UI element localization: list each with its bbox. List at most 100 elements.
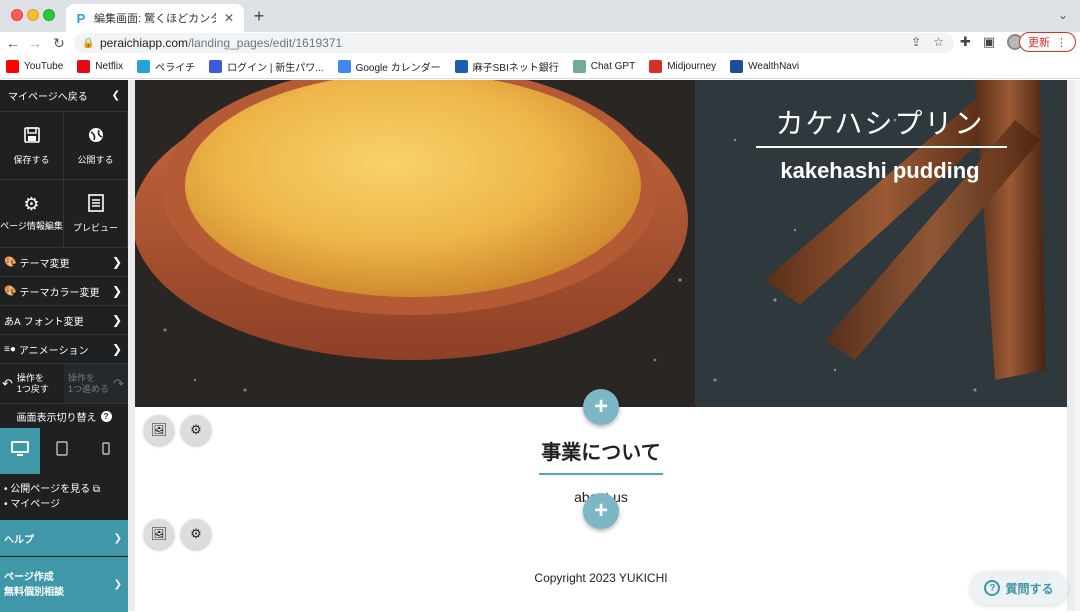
smartphone-icon xyxy=(102,442,110,460)
about-section-title[interactable]: 事業について xyxy=(135,436,1067,465)
question-circle-icon: ? xyxy=(984,580,1001,596)
tab-search-chevron-icon[interactable]: ⌄ xyxy=(1058,8,1068,22)
bookmark-item[interactable]: ログイン | 新生パワ... xyxy=(209,59,324,74)
redo-label-line1: 操作を xyxy=(68,372,96,383)
editor-sidebar: マイページへ戻る ❮ 保存する 公開する ⚙ ページ情報編集 プレビュー 🎨テ xyxy=(0,80,128,612)
globe-icon xyxy=(87,126,105,147)
add-block-button[interactable]: + xyxy=(583,493,619,529)
landing-page-preview: カケハシプリン kakehashi pudding + 🖼 ⚙ 事業について a… xyxy=(135,80,1067,611)
preview-button[interactable]: プレビュー xyxy=(64,180,128,248)
smartphone-view-button[interactable] xyxy=(84,428,128,474)
side-panel-icon[interactable]: ▣ xyxy=(983,34,995,50)
tab-title: 編集画面: 驚くほどカンタン！無料 xyxy=(94,13,216,25)
footer-copyright[interactable]: Copyright 2023 YUKICHI xyxy=(135,571,1067,585)
block-image-button[interactable]: 🖼 xyxy=(144,519,174,549)
theme-change-label: テーマ変更 xyxy=(19,258,70,270)
bookmark-item[interactable]: ペライチ xyxy=(137,59,195,74)
zoom-window-button[interactable] xyxy=(43,9,55,21)
help-question-icon[interactable]: ? xyxy=(100,410,112,422)
bookmark-label: YouTube xyxy=(24,60,64,72)
back-to-mypage-button[interactable]: マイページへ戻る ❮ xyxy=(0,80,128,112)
youtube-icon xyxy=(6,59,19,73)
canvas-scrollbar[interactable] xyxy=(1074,80,1080,611)
font-icon: あA xyxy=(4,316,21,328)
bookmark-label: Chat GPT xyxy=(590,60,636,72)
desktop-view-button[interactable] xyxy=(0,428,40,474)
browser-toolbar: ← → ↻ 🔒 peraichiapp.com/landing_pages/ed… xyxy=(0,32,1080,54)
mypage-link[interactable]: マイページ xyxy=(4,497,128,512)
tablet-view-button[interactable] xyxy=(40,428,84,474)
extensions-puzzle-icon[interactable]: ✚ xyxy=(960,34,971,50)
browser-tab[interactable]: P 編集画面: 驚くほどカンタン！無料 ✕ xyxy=(66,4,244,32)
back-arrow-icon[interactable]: ← xyxy=(4,34,22,52)
update-label: 更新 xyxy=(1028,37,1050,49)
forward-arrow-icon[interactable]: → xyxy=(26,34,44,52)
display-switch-header: 画面表示切り替え ? xyxy=(0,404,128,428)
theme-change-item[interactable]: 🎨 テーマ変更 ❯ xyxy=(0,248,128,277)
undo-button[interactable]: ↶ 操作を 1つ戻す xyxy=(0,364,64,403)
add-block-button[interactable]: + xyxy=(583,389,619,425)
bookmark-item[interactable]: Midjourney xyxy=(649,59,717,73)
ask-question-button[interactable]: ? 質問する xyxy=(970,571,1068,605)
bookmark-item[interactable]: YouTube xyxy=(6,59,64,73)
google-calendar-icon xyxy=(337,59,351,73)
browser-tab-bar: P 編集画面: 驚くほどカンタン！無料 ✕ + ⌄ xyxy=(0,0,1080,32)
chevron-right-icon: ❯ xyxy=(111,342,122,356)
address-bar[interactable]: 🔒 peraichiapp.com/landing_pages/edit/161… xyxy=(74,33,954,53)
gear-icon: ⚙ xyxy=(190,526,202,541)
theme-icon: 🎨 xyxy=(4,256,17,268)
bookmark-label: Netflix xyxy=(95,60,124,72)
theme-color-change-item[interactable]: 🎨 テーマカラー変更 ❯ xyxy=(0,277,128,306)
mypage-link-label: マイページ xyxy=(10,499,61,510)
floppy-disk-icon xyxy=(23,126,41,147)
chevron-right-icon: ❯ xyxy=(113,532,122,544)
help-label: ヘルプ xyxy=(4,534,34,546)
minimize-window-button[interactable] xyxy=(27,9,39,21)
view-public-page-link[interactable]: 公開ページを見る ⧉ xyxy=(4,482,128,497)
save-label: 保存する xyxy=(13,154,50,165)
font-change-label: フォント変更 xyxy=(23,316,84,328)
bookmark-label: WealthNavi xyxy=(748,60,800,72)
consult-label-line1: ページ作成 xyxy=(4,571,54,583)
hero-subtitle[interactable]: kakehashi pudding xyxy=(755,158,1005,184)
preview-document-icon xyxy=(87,193,104,215)
hero-section[interactable]: カケハシプリン kakehashi pudding xyxy=(135,80,1067,407)
chevron-right-icon: ❯ xyxy=(113,579,122,590)
page-info-label: ページ情報編集 xyxy=(0,221,63,231)
view-public-page-label: 公開ページを見る xyxy=(10,484,91,495)
bookmark-item[interactable]: Chat GPT xyxy=(572,59,636,73)
peraichi-favicon-icon: P xyxy=(76,10,86,26)
redo-button[interactable]: 操作を 1つ進める ↷ xyxy=(64,364,128,403)
back-to-mypage-label: マイページへ戻る xyxy=(8,92,88,103)
reload-icon[interactable]: ↻ xyxy=(50,34,68,52)
chevron-left-icon: ❮ xyxy=(111,90,120,101)
save-button[interactable]: 保存する xyxy=(0,112,64,180)
close-window-button[interactable] xyxy=(11,9,23,21)
animation-item[interactable]: ≡● アニメーション ❯ xyxy=(0,335,128,364)
preview-label: プレビュー xyxy=(72,222,118,233)
share-icon[interactable]: ⇪ xyxy=(911,35,921,49)
update-button[interactable]: 更新 ⋮ xyxy=(1019,32,1076,52)
chatgpt-icon xyxy=(572,59,586,73)
bookmark-star-icon[interactable]: ☆ xyxy=(933,35,944,49)
hero-title[interactable]: カケハシプリン xyxy=(755,102,1005,142)
chevron-right-icon: ❯ xyxy=(111,255,122,269)
new-tab-button[interactable]: + xyxy=(250,6,268,26)
login-site-icon xyxy=(209,59,223,73)
bookmark-label: Midjourney xyxy=(667,60,717,72)
font-change-item[interactable]: あA フォント変更 ❯ xyxy=(0,306,128,335)
url-path: /landing_pages/edit/1619371 xyxy=(188,36,343,50)
animation-icon: ≡● xyxy=(4,343,16,355)
block-settings-button[interactable]: ⚙ xyxy=(181,519,211,549)
bookmark-item[interactable]: WealthNavi xyxy=(730,59,800,73)
free-consultation-button[interactable]: ページ作成 無料個別相談 ❯ xyxy=(0,557,128,612)
undo-arrow-icon: ↶ xyxy=(2,376,13,391)
bookmark-item[interactable]: Netflix xyxy=(77,59,124,73)
publish-button[interactable]: 公開する xyxy=(64,112,128,180)
bookmark-item[interactable]: Google カレンダー xyxy=(337,59,441,74)
tab-close-icon[interactable]: ✕ xyxy=(222,11,236,25)
bookmark-label: ログイン | 新生パワ... xyxy=(227,62,324,74)
page-info-edit-button[interactable]: ⚙ ページ情報編集 xyxy=(0,180,64,248)
help-button[interactable]: ヘルプ ❯ xyxy=(0,520,128,557)
bookmark-item[interactable]: 麻子SBIネット銀行 xyxy=(454,59,559,74)
